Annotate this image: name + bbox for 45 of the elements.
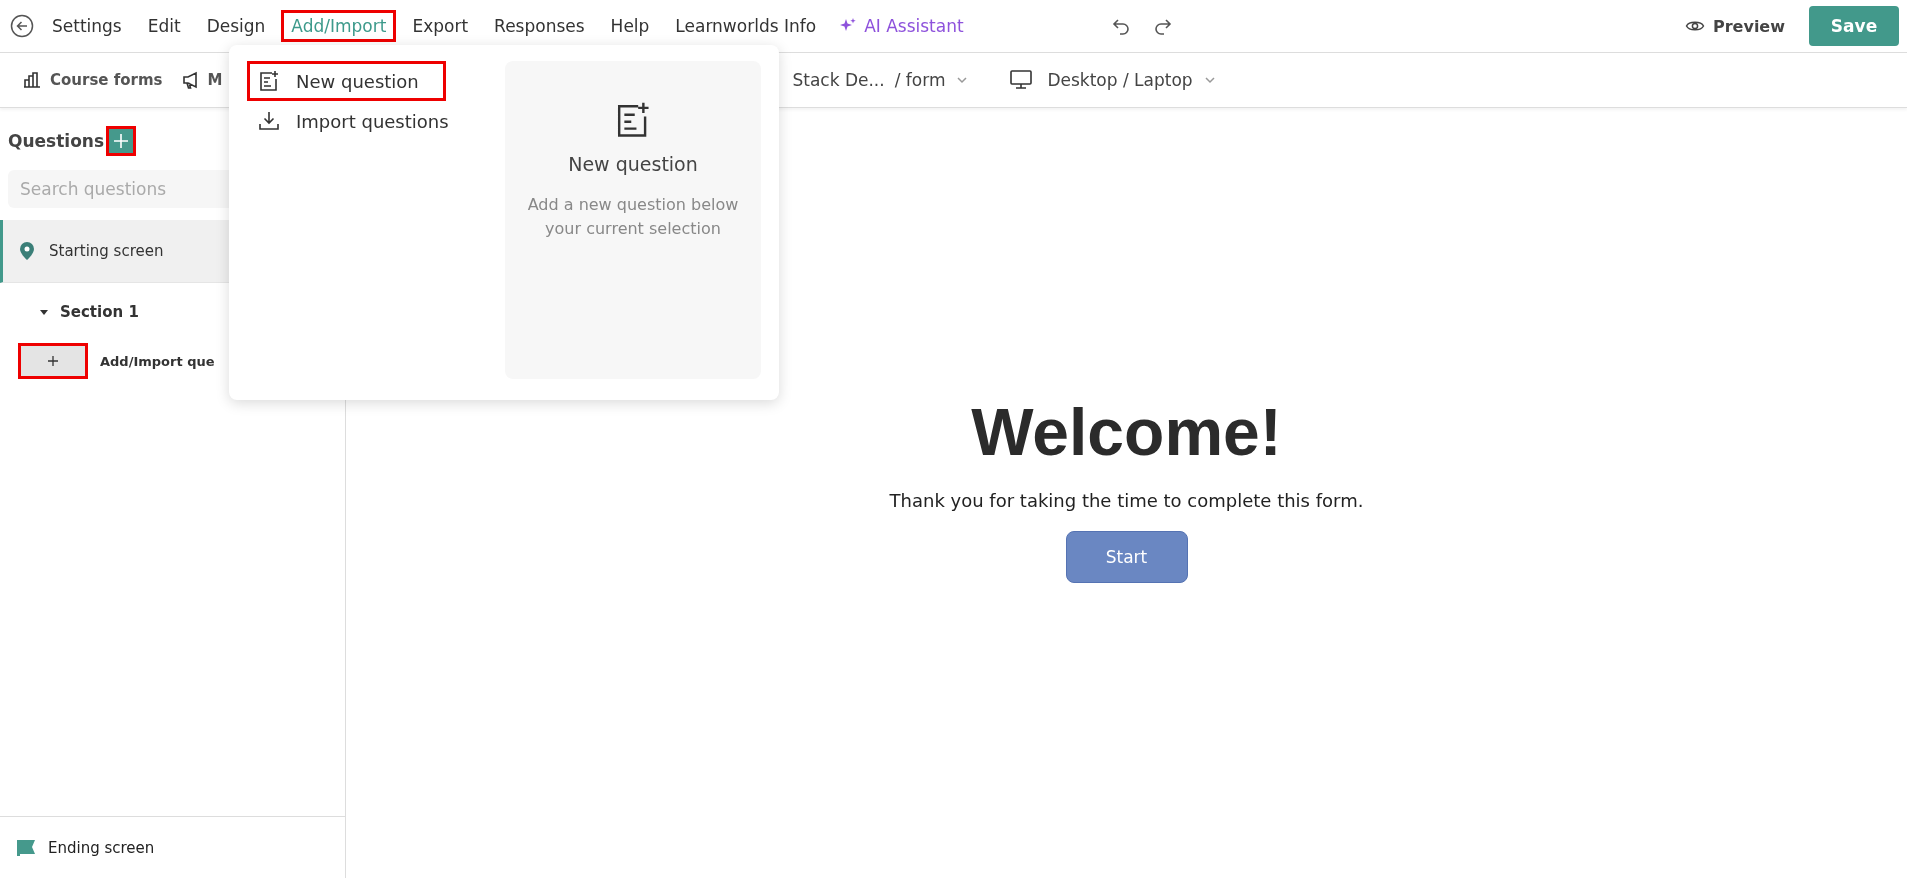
ai-assistant-link[interactable]: AI Assistant: [838, 16, 964, 36]
add-import-label[interactable]: Add/Import que: [100, 353, 215, 369]
menu-item[interactable]: Design: [196, 10, 276, 42]
welcome-text: Thank you for taking the time to complete this form.: [889, 490, 1364, 511]
note-plus-icon: [258, 70, 280, 92]
dropdown-item[interactable]: Import questions: [247, 101, 460, 141]
start-button[interactable]: Start: [1065, 531, 1188, 583]
device-label[interactable]: Desktop / Laptop: [1047, 70, 1193, 90]
menu-item[interactable]: Learnworlds Info: [665, 10, 827, 42]
plus-icon: [112, 132, 131, 150]
menu-item[interactable]: Help: [600, 10, 660, 42]
dropdown-item-label[interactable]: New question: [296, 70, 419, 92]
dropdown-item-label[interactable]: Import questions: [296, 110, 449, 132]
course-forms-label[interactable]: Course forms: [50, 71, 163, 89]
ending-screen-label[interactable]: Ending screen: [48, 839, 155, 857]
menu-item[interactable]: Responses: [484, 10, 595, 42]
bar-chart-icon: [22, 70, 42, 90]
plus-icon: [46, 354, 60, 368]
back-icon[interactable]: [10, 14, 34, 38]
questions-title: Questions: [8, 131, 105, 151]
map-pin-icon: [19, 241, 35, 261]
starting-screen-label[interactable]: Starting screen: [49, 242, 164, 260]
ending-screen-item[interactable]: Ending screen: [0, 816, 345, 878]
download-icon: [258, 110, 280, 132]
preview-button[interactable]: Preview: [1685, 16, 1785, 36]
menu-item[interactable]: Export: [402, 10, 479, 42]
marketing-link[interactable]: M: [180, 70, 223, 90]
ai-assistant-label[interactable]: AI Assistant: [864, 16, 964, 36]
menu-item[interactable]: Edit: [137, 10, 191, 42]
menu-item[interactable]: Settings: [42, 10, 132, 42]
course-forms-link[interactable]: Course forms: [22, 70, 163, 90]
dropdown-item[interactable]: New question: [247, 61, 446, 101]
welcome-heading: Welcome!: [971, 394, 1282, 470]
breadcrumb-form[interactable]: / form: [894, 70, 946, 90]
add-question-button[interactable]: [106, 126, 137, 156]
device-selector[interactable]: Desktop / Laptop: [1009, 69, 1193, 91]
monitor-icon: [1009, 69, 1034, 91]
section-label[interactable]: Section 1: [60, 303, 139, 321]
marketing-label[interactable]: M: [207, 71, 223, 89]
flag-icon: [16, 839, 36, 857]
add-import-button[interactable]: [18, 343, 88, 379]
preview-label[interactable]: Preview: [1713, 16, 1785, 36]
preview-title: New question: [568, 153, 698, 175]
breadcrumb-stack[interactable]: Stack De...: [792, 70, 885, 90]
preview-description: Add a new question below your current selection: [526, 194, 740, 240]
